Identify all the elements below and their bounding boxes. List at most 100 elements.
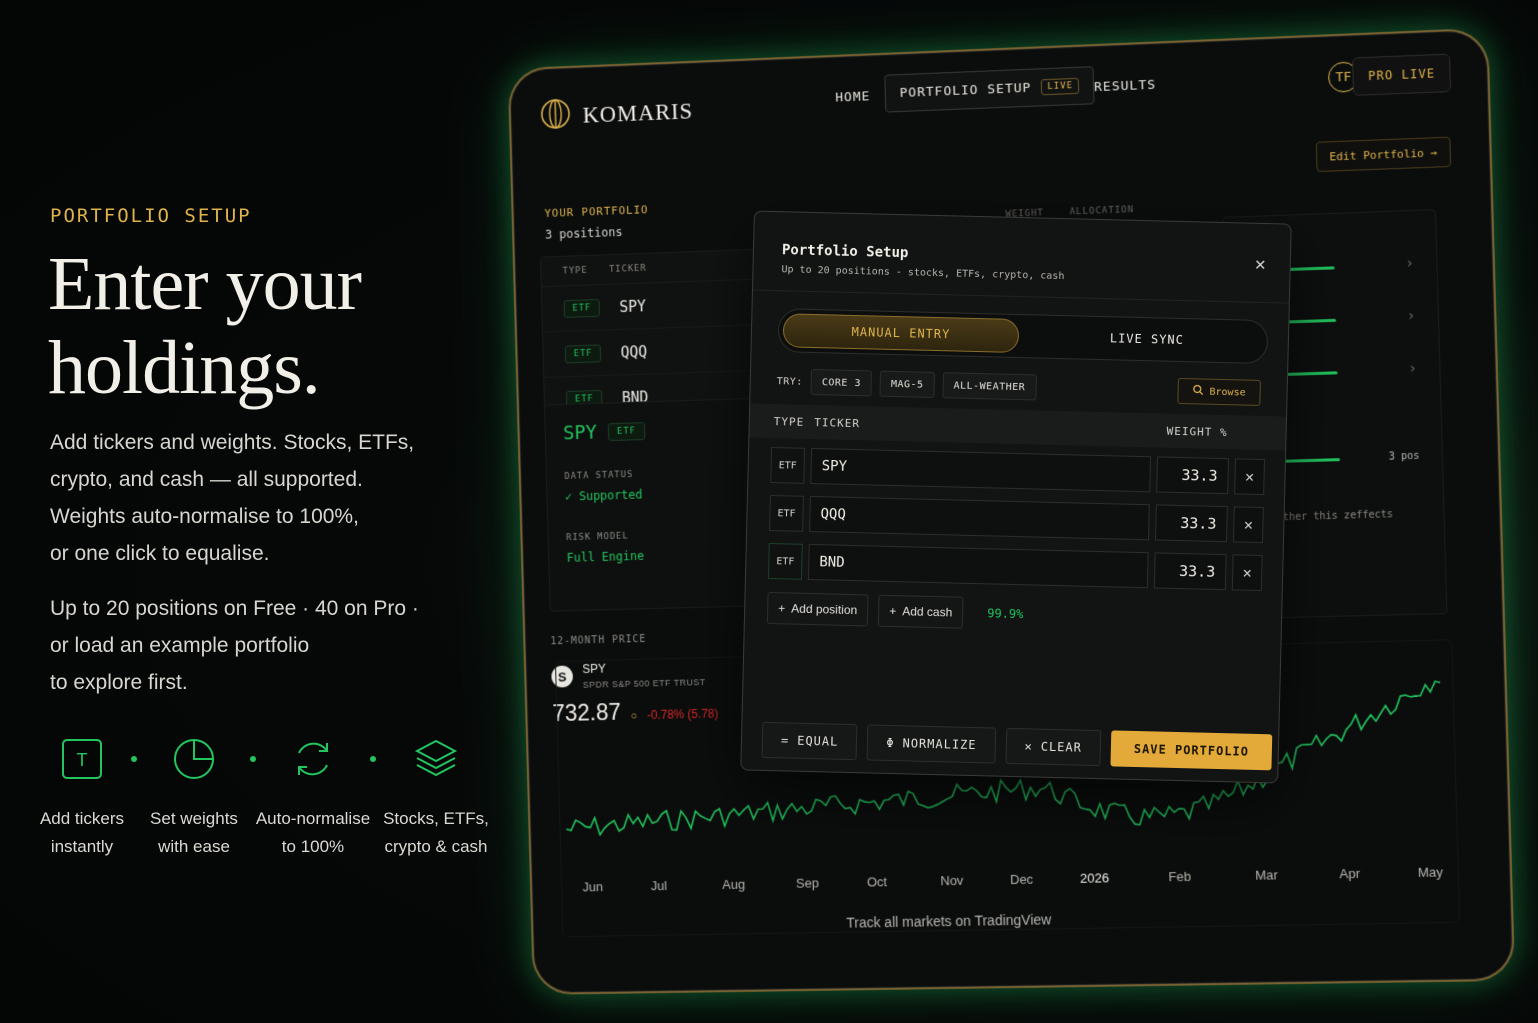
remove-row-icon[interactable]: ✕ [1231,554,1263,592]
weight-input[interactable]: 33.3 [1156,456,1230,495]
plan-badge[interactable]: PRO LIVE [1352,53,1452,96]
month-label: Oct [866,874,888,890]
holding-row[interactable]: ETF SPY [541,279,766,333]
month-label: Apr [1339,865,1361,882]
clear-button[interactable]: ✕ CLEAR [1005,727,1102,767]
add-cash-label: Add cash [902,604,953,620]
feature-set-weights: Set weights with ease [134,733,254,861]
text-cursor-icon: T [22,733,142,785]
remove-row-icon[interactable]: ✕ [1234,458,1266,496]
preset-mag-5[interactable]: MAG-5 [879,370,935,398]
feature-label: Set weights with ease [134,805,254,861]
chevron-right-icon[interactable]: › [1407,308,1416,324]
live-badge: LIVE [1041,77,1080,96]
feature-label-line: crypto & cash [384,837,488,856]
type-badge: ETF [564,343,602,363]
feature-label-line: Stocks, ETFs, [383,809,489,828]
plus-icon: + [889,603,897,619]
try-label: TRY: [776,375,803,388]
feature-label-line: with ease [158,837,230,856]
risk-model-label: RISK MODEL [566,531,629,544]
nav-portfolio-setup-label: PORTFOLIO SETUP [899,80,1032,101]
normalize-label: NORMALIZE [902,736,977,753]
feature-label: Auto-normalise to 100% [253,805,373,861]
allocation-column-label: ALLOCATION [1069,205,1135,218]
plus-icon: + [778,601,786,616]
intro-line: Weights auto-normalise to 100%, [50,505,359,528]
weight-input[interactable]: 33.3 [1154,504,1228,543]
page-headline: Enter your holdings. [48,242,362,410]
month-label: Jul [650,878,668,894]
add-row-actions: + Add position + Add cash 99.9% [766,591,1024,630]
feature-label: Add tickers instantly [22,805,142,861]
month-label: 2026 [1079,870,1110,886]
type-badge: ETF [608,422,645,442]
tab-live-sync[interactable]: LIVE SYNC [1029,319,1266,359]
close-icon[interactable]: ✕ [1255,254,1266,275]
month-label: Feb [1168,868,1192,885]
normalize-button[interactable]: Φ NORMALIZE [866,724,996,764]
close-icon: ✕ [1024,739,1033,754]
nav-portfolio-setup[interactable]: PORTFOLIO SETUP LIVE [884,66,1095,113]
brand[interactable]: KOMARIS [539,93,693,136]
save-portfolio-button[interactable]: SAVE PORTFOLIO [1110,730,1273,771]
headline-line-1: Enter your [48,242,362,326]
month-label: Aug [722,876,746,892]
clear-label: CLEAR [1040,739,1083,755]
chevron-right-icon[interactable]: › [1408,361,1417,377]
feature-label-line: to 100% [281,837,345,856]
modal-title: Portfolio Setup [781,242,909,262]
portfolio-setup-modal: Portfolio Setup Up to 20 positions - sto… [740,210,1292,784]
position-row: ETF QQQ 33.3 ✕ [769,494,1266,544]
preset-core-3[interactable]: CORE 3 [810,368,873,397]
feature-label-line: Set weights [150,809,238,828]
edit-portfolio-button[interactable]: Edit Portfolio → [1315,136,1452,173]
intro-line: crypto, and cash — all supported. [50,468,363,491]
add-position-button[interactable]: + Add position [766,591,869,627]
nav-results[interactable]: RESULTS [1094,78,1156,96]
weight-total: 99.9% [987,606,1024,622]
modal-subtitle: Up to 20 positions - stocks, ETFs, crypt… [781,264,1065,283]
ticker-input[interactable]: BND [807,543,1149,589]
feature-auto-normalise: Auto-normalise to 100% [253,733,373,861]
chevron-right-icon[interactable]: › [1405,255,1414,271]
layers-icon [376,733,496,785]
risk-model-value: Full Engine [566,548,645,565]
browse-button[interactable]: Browse [1177,377,1261,406]
type-selector[interactable]: ETF [767,542,803,580]
nav-home[interactable]: HOME [835,89,870,105]
ticker-input[interactable]: QQQ [809,495,1150,541]
komaris-logo-icon [539,97,571,135]
column-weight: WEIGHT % [1166,424,1228,439]
tradingview-attribution[interactable]: Track all markets on TradingView [846,911,1051,930]
column-type: TYPE [773,414,805,429]
holding-ticker: QQQ [620,342,648,362]
feature-label-line: Add tickers [39,809,125,828]
holding-row[interactable]: ETF QQQ [542,324,767,378]
weight-input[interactable]: 33.3 [1153,552,1227,591]
remove-row-icon[interactable]: ✕ [1232,506,1264,544]
month-label: Mar [1255,867,1279,883]
equal-button[interactable]: = EQUAL [761,721,858,761]
add-cash-button[interactable]: + Add cash [877,594,964,629]
normalize-icon: Φ [886,735,895,751]
preset-all-weather[interactable]: ALL-WEATHER [942,372,1037,401]
data-status-value: ✓ Supported [564,487,643,504]
preset-row: TRY: CORE 3 MAG-5 ALL-WEATHER [776,368,1037,401]
month-label: Jun [582,879,604,895]
type-selector[interactable]: ETF [769,494,804,532]
positions-table-header: TYPE TICKER WEIGHT % [749,403,1287,451]
position-row: ETF SPY 33.3 ✕ [770,446,1267,496]
intro-line: Add tickers and weights. Stocks, ETFs, [50,431,415,454]
type-selector[interactable]: ETF [770,447,806,484]
divider [752,289,1289,304]
feature-label-line: Auto-normalise [255,809,371,828]
headline-line-2: holdings. [48,326,321,410]
column-ticker: TICKER [608,263,647,275]
portfolio-count: 3 positions [544,224,623,242]
ticker-input[interactable]: SPY [810,447,1152,493]
tab-manual-entry[interactable]: MANUAL ENTRY [782,313,1020,354]
intro-line: Up to 20 positions on Free · 40 on Pro · [50,597,419,620]
holding-ticker: SPY [619,296,647,316]
section-eyebrow: PORTFOLIO SETUP [50,205,252,227]
